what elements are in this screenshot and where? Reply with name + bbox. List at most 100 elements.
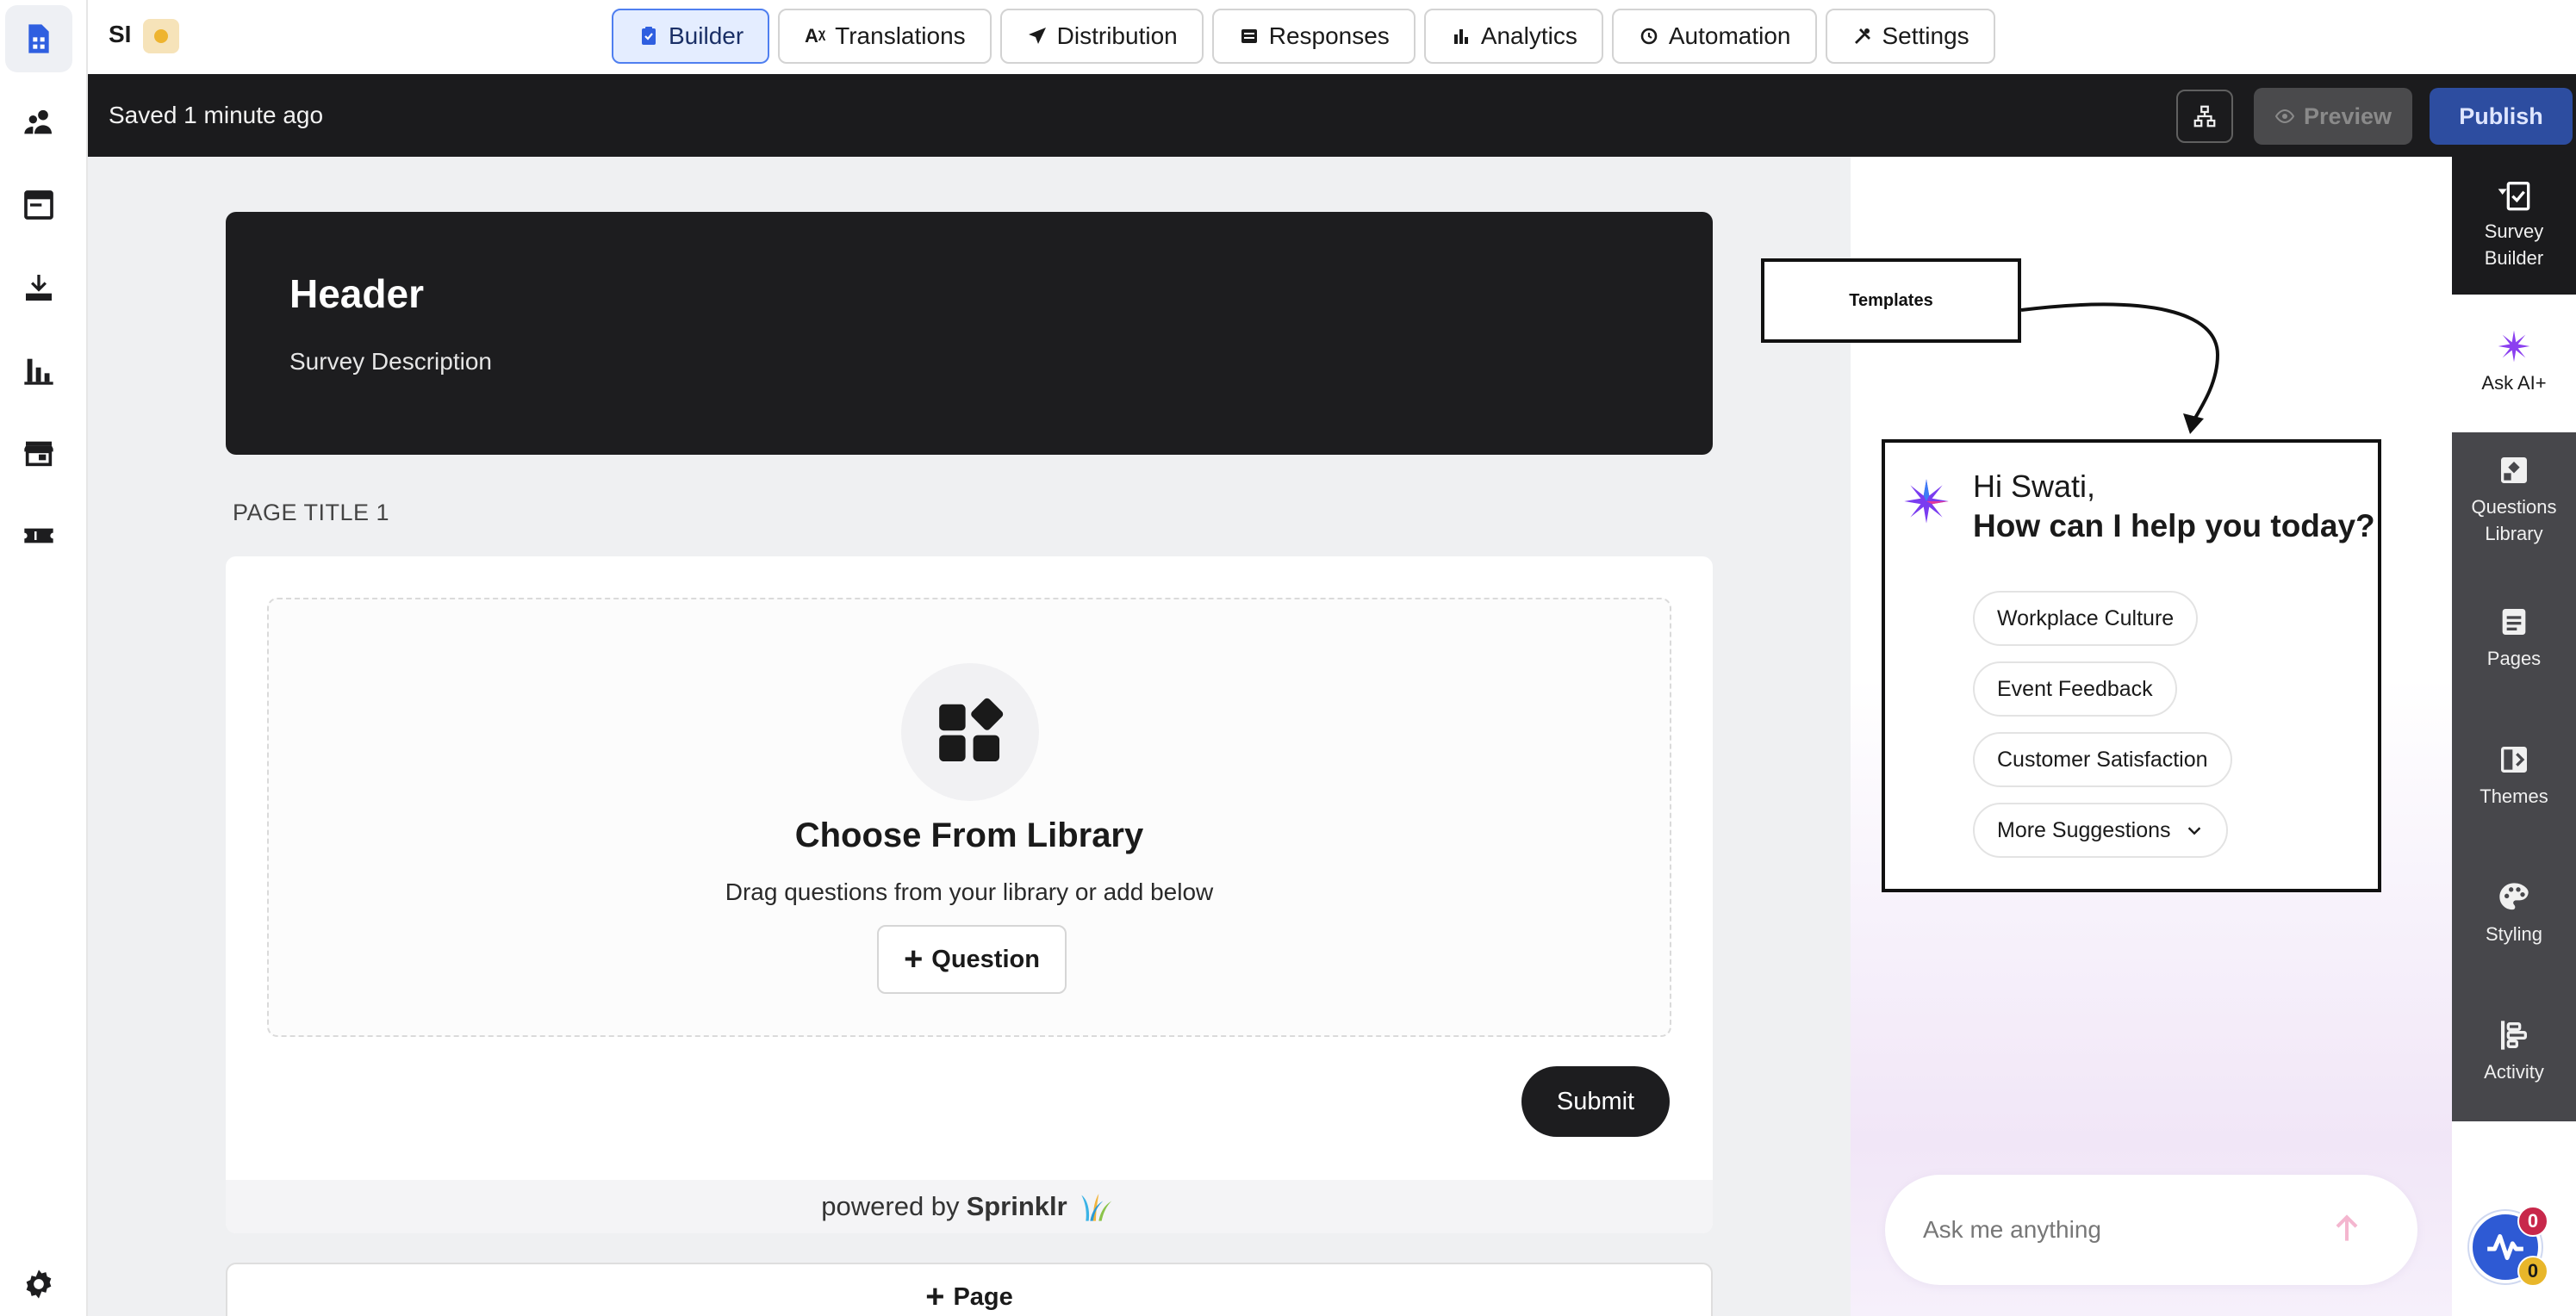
tab-automation[interactable]: Automation [1611,9,1817,64]
preview-button[interactable]: Preview [2254,88,2412,145]
toolbar-questions-library[interactable]: Questions Library [2452,453,2576,548]
library-subtitle: Drag questions from your library or add … [725,878,1214,905]
tab-label: Translations [835,22,966,49]
page-title[interactable]: PAGE TITLE 1 [233,500,389,526]
tab-responses[interactable]: Responses [1211,9,1416,64]
tab-settings[interactable]: Settings [1825,9,1995,64]
plus-icon: + [925,1279,945,1315]
toolbar-label: Pages [2486,648,2542,669]
powered-by-text: powered by [821,1191,960,1221]
library-title: Choose From Library [794,816,1144,854]
translate-icon: Aᵡ [805,25,826,47]
tab-label: Automation [1668,22,1791,49]
tab-label: Builder [669,22,744,49]
page-card: Choose From Library Drag questions from … [226,556,1713,1233]
top-bar: SI Builder Aᵡ Translations Distribution … [88,0,2576,74]
main-tabs: Builder Aᵡ Translations Distribution Res… [612,9,1995,64]
add-page-label: Page [953,1282,1013,1311]
callout-arrow-icon [2020,302,2220,434]
error-count-badge: 0 [2517,1206,2548,1237]
preview-label: Preview [2303,102,2392,129]
pages-icon [2502,609,2526,635]
nav-settings[interactable] [5,1251,72,1316]
nav-store[interactable] [5,419,72,487]
hierarchy-icon [2193,105,2216,127]
templates-callout[interactable]: Templates [1761,258,2021,343]
survey-header-card[interactable]: Header Survey Description [226,212,1713,455]
library-icon-circle [901,663,1039,801]
ask-ai-input[interactable]: Ask me anything [1885,1175,2417,1285]
tab-label: Distribution [1056,22,1178,49]
ai-chat-card: Hi Swati, How can I help you today? Work… [1882,439,2381,892]
app-initials[interactable]: SI [109,21,131,48]
toolbar-pages[interactable]: Pages [2452,605,2576,673]
sprinklr-logo-icon [1081,1194,1112,1221]
status-bar: Saved 1 minute ago Preview Publish [88,74,2576,157]
add-page-button[interactable]: + Page [226,1263,1713,1316]
activity-icon [2501,1021,2527,1050]
survey-builder-icon [2498,182,2530,211]
saved-status: Saved 1 minute ago [109,102,324,128]
add-question-button[interactable]: + Question [877,925,1067,994]
right-toolbar: Survey Builder Ask AI+ Questions Library… [2452,157,2576,1121]
list-icon [1238,25,1260,47]
tab-label: Responses [1268,22,1390,49]
nav-ticket[interactable] [5,502,72,569]
add-question-label: Question [931,945,1040,973]
status-dot-icon [154,29,168,43]
submit-button[interactable]: Submit [1521,1066,1670,1137]
palette-icon [2499,883,2529,910]
clipboard-check-icon [638,25,660,47]
header-title[interactable]: Header [289,270,424,317]
nav-download[interactable] [5,254,72,321]
toolbar-styling[interactable]: Styling [2452,880,2576,948]
unsaved-indicator [143,19,179,53]
tools-icon [1851,25,1874,47]
toolbar-survey-builder[interactable]: Survey Builder [2452,157,2576,295]
eye-icon [2274,109,2295,124]
tab-builder[interactable]: Builder [612,9,770,64]
nav-audience[interactable] [5,89,72,156]
ai-sparkle-icon [1904,479,1949,524]
suggestion-chip[interactable]: Customer Satisfaction [1973,732,2232,787]
tab-label: Analytics [1480,22,1577,49]
library-blocks-icon [939,698,1004,762]
more-suggestions-button[interactable]: More Suggestions [1973,803,2228,858]
suggestion-chip[interactable]: Event Feedback [1973,661,2177,717]
toolbar-label: Themes [2480,785,2548,807]
toolbar-activity[interactable]: Activity [2452,1018,2576,1086]
tab-analytics[interactable]: Analytics [1423,9,1603,64]
hierarchy-button[interactable] [2176,90,2233,143]
automation-icon [1638,25,1660,47]
send-arrow-icon[interactable] [2328,1209,2366,1247]
store-icon [24,441,53,467]
tab-translations[interactable]: Aᵡ Translations [778,9,992,64]
ask-ai-panel: Templates Hi Swati, How can I help you t… [1761,157,2452,1316]
survey-doc-icon [28,24,49,53]
chip-label: Event Feedback [1997,676,2153,701]
nav-browser[interactable] [5,171,72,239]
chevron-down-icon [2187,827,2200,835]
brand-name: Sprinklr [966,1191,1067,1221]
warning-count-badge: 0 [2517,1256,2548,1287]
toolbar-themes[interactable]: Themes [2452,742,2576,810]
chip-label: Workplace Culture [1997,605,2175,630]
suggestion-chip[interactable]: Workplace Culture [1973,591,2199,646]
tab-distribution[interactable]: Distribution [999,9,1204,64]
chip-label: Customer Satisfaction [1997,747,2208,772]
bar-chart-icon [1450,25,1472,47]
toolbar-label: Ask AI+ [2481,372,2547,394]
send-icon [1026,25,1048,47]
publish-button[interactable]: Publish [2430,88,2573,145]
question-drop-zone[interactable]: Choose From Library Drag questions from … [267,598,1671,1037]
toolbar-ask-ai[interactable]: Ask AI+ [2452,295,2576,432]
window-icon [24,190,53,220]
people-icon [24,109,52,134]
tab-label: Settings [1882,22,1969,49]
header-description[interactable]: Survey Description [289,348,492,376]
nav-analytics[interactable] [5,337,72,404]
questions-library-icon [2501,457,2527,483]
download-tray-icon [26,275,52,301]
nav-surveys[interactable] [5,5,72,72]
plus-icon: + [904,941,924,978]
